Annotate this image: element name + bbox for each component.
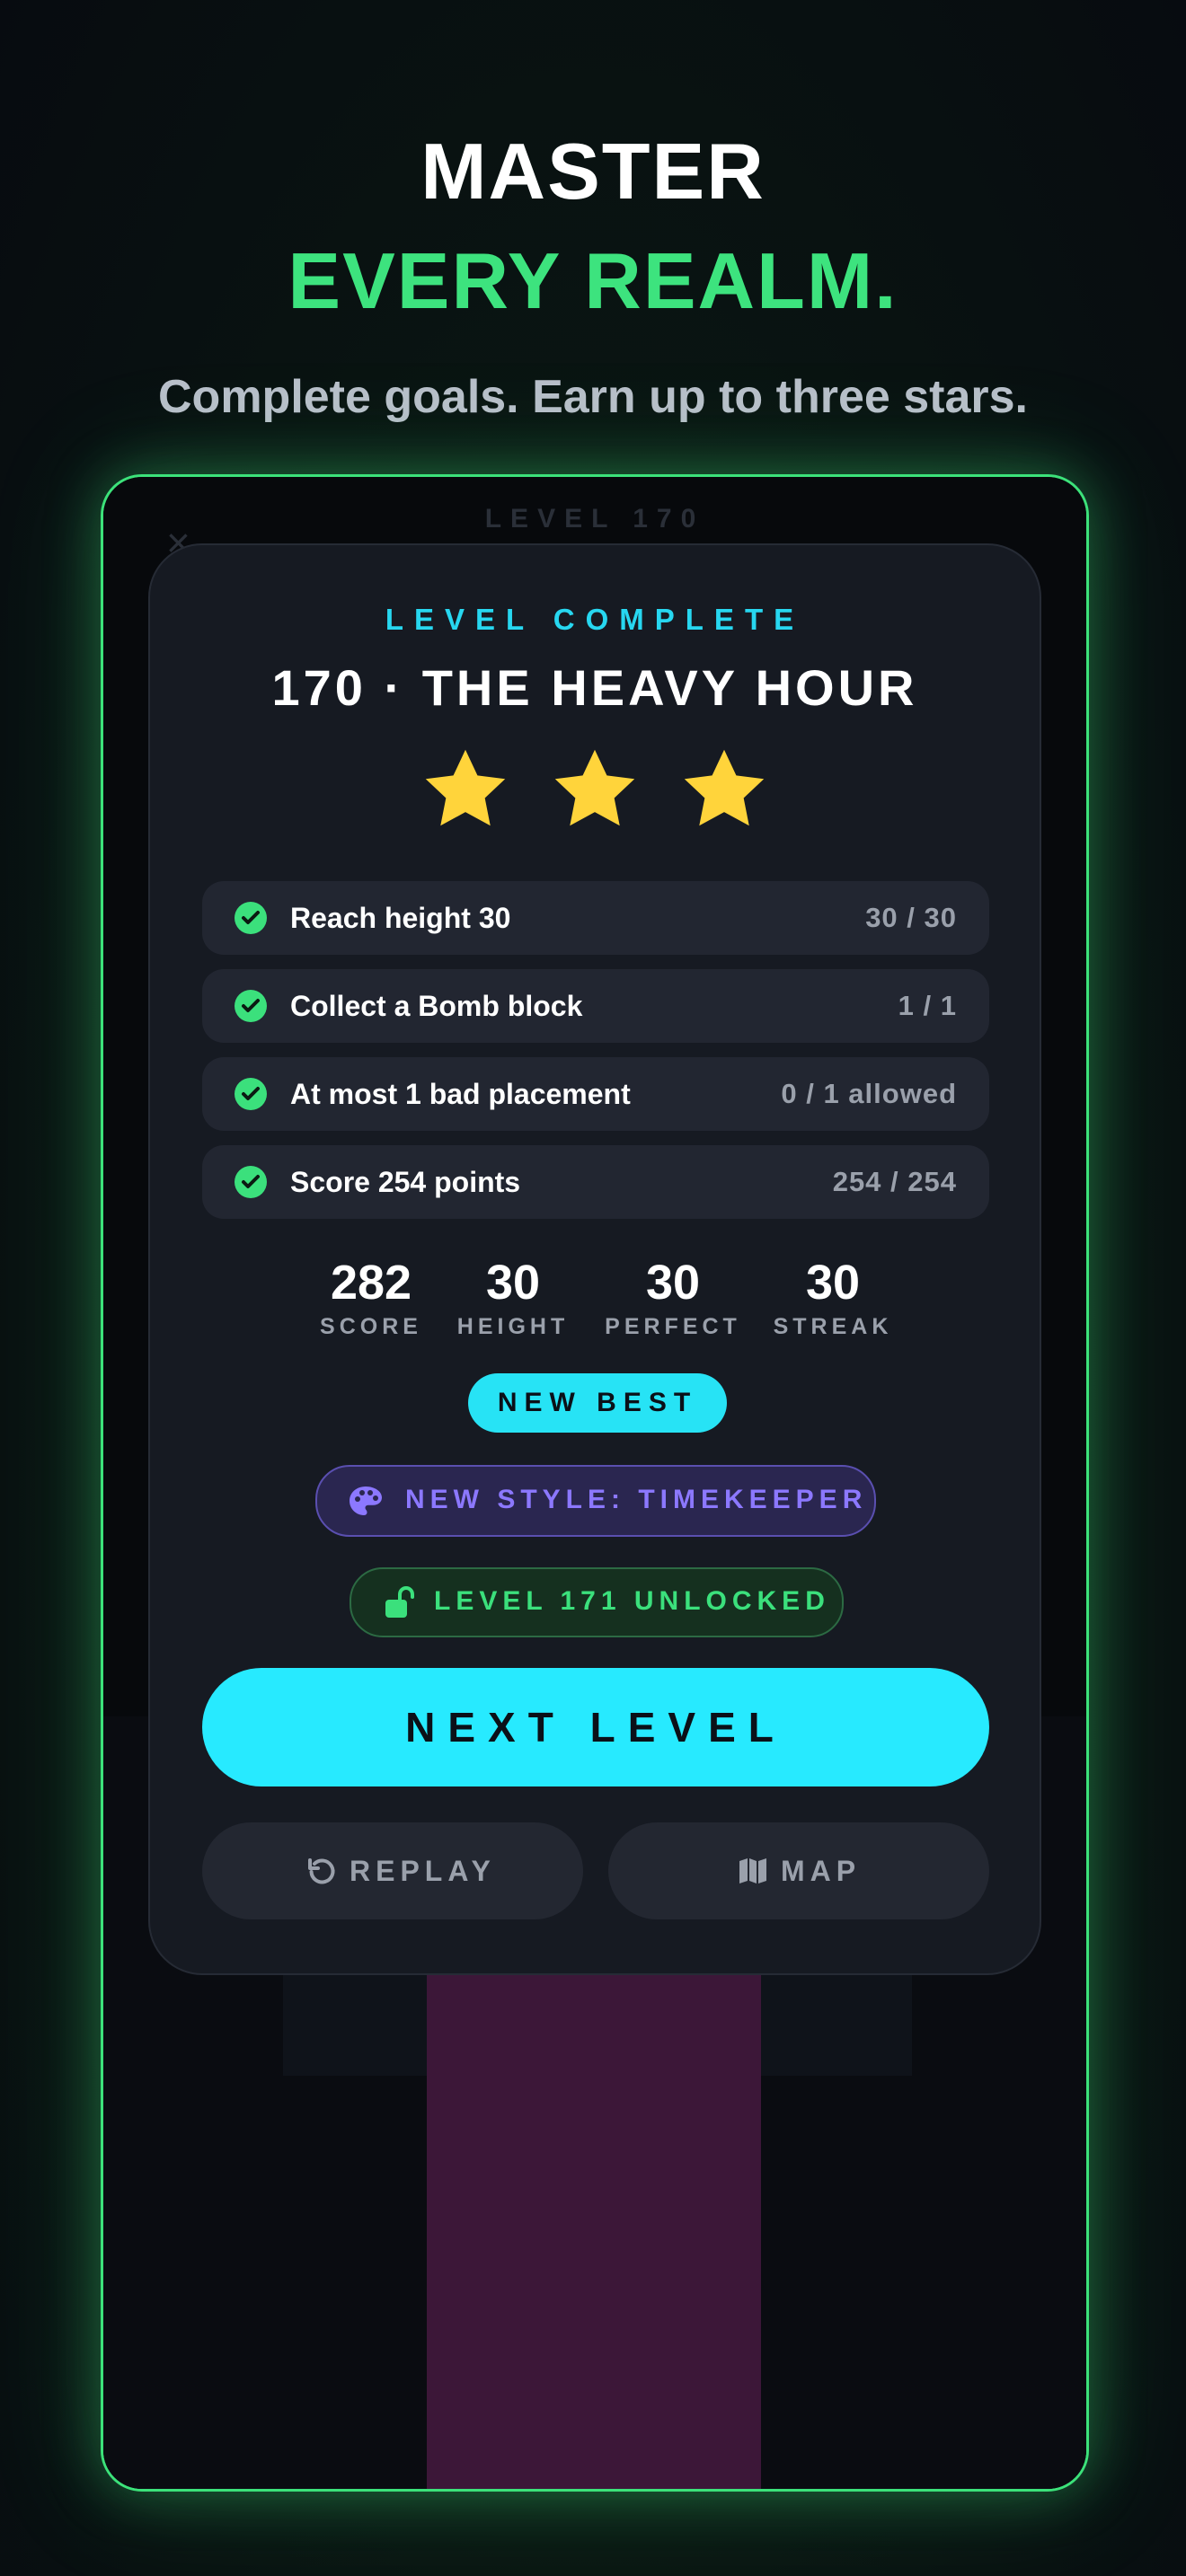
stat-height: 30 HEIGHT <box>423 1255 603 1340</box>
check-icon <box>235 990 267 1022</box>
stat-streak: 30 STREAK <box>743 1255 923 1340</box>
phone-frame: × LEVEL 170 LEVEL COMPLETE 170 · THE HEA… <box>101 474 1089 2492</box>
map-button[interactable]: MAP <box>608 1822 989 1919</box>
modal-label: LEVEL COMPLETE <box>385 603 805 636</box>
goal-progress: 1 / 1 <box>898 990 957 1021</box>
map-icon <box>739 1858 766 1883</box>
level-title: 170 · THE HEAVY HOUR <box>271 659 918 716</box>
unlock-icon <box>385 1586 414 1618</box>
goal-progress: 0 / 1 allowed <box>781 1078 957 1109</box>
replay-label: REPLAY <box>350 1855 496 1887</box>
stat-perfect: 30 PERFECT <box>583 1255 763 1340</box>
new-best-badge: NEW BEST <box>468 1373 727 1433</box>
check-icon <box>235 1078 267 1110</box>
star-icon <box>425 749 505 826</box>
level-unlocked-text: LEVEL 171 UNLOCKED <box>434 1586 830 1616</box>
goal-text: Reach height 30 <box>290 902 511 934</box>
stat-value: 30 <box>645 1256 701 1310</box>
subtitle: Complete goals. Earn up to three stars. <box>158 371 1028 423</box>
goal-text: Collect a Bomb block <box>290 990 583 1022</box>
replay-icon <box>308 1858 335 1884</box>
goal-progress: 30 / 30 <box>865 902 957 933</box>
stat-value: 30 <box>805 1256 861 1310</box>
new-style-text: NEW STYLE: TIMEKEEPER <box>405 1485 868 1514</box>
replay-button[interactable]: REPLAY <box>202 1822 583 1919</box>
stat-value: 30 <box>485 1256 541 1310</box>
goal-text: Score 254 points <box>290 1166 521 1198</box>
headline-line-1: MASTER <box>420 127 766 216</box>
star-icon <box>685 749 765 826</box>
check-icon <box>235 902 267 934</box>
new-style-badge: NEW STYLE: TIMEKEEPER <box>315 1465 876 1537</box>
star-icon <box>554 749 635 826</box>
next-level-button[interactable]: NEXT LEVEL <box>202 1668 989 1786</box>
stat-label: STREAK <box>773 1314 893 1339</box>
level-complete-modal: LEVEL COMPLETE 170 · THE HEAVY HOUR Reac… <box>148 543 1041 1975</box>
level-unlocked-badge: LEVEL 171 UNLOCKED <box>350 1567 844 1637</box>
goal-text: At most 1 bad placement <box>290 1078 631 1110</box>
goal-row: At most 1 bad placement 0 / 1 allowed <box>202 1057 989 1131</box>
goal-row: Score 254 points 254 / 254 <box>202 1145 989 1219</box>
stat-label: HEIGHT <box>456 1314 570 1339</box>
goal-row: Collect a Bomb block 1 / 1 <box>202 969 989 1043</box>
goal-row: Reach height 30 30 / 30 <box>202 881 989 955</box>
stat-label: PERFECT <box>605 1314 741 1339</box>
bg-level-label: LEVEL 170 <box>484 504 705 534</box>
map-label: MAP <box>781 1855 862 1887</box>
headline-line-2: EVERY REALM. <box>288 236 898 325</box>
star-rating <box>150 743 1040 841</box>
check-icon <box>235 1166 267 1198</box>
palette-icon <box>350 1486 382 1515</box>
goal-progress: 254 / 254 <box>832 1166 957 1197</box>
